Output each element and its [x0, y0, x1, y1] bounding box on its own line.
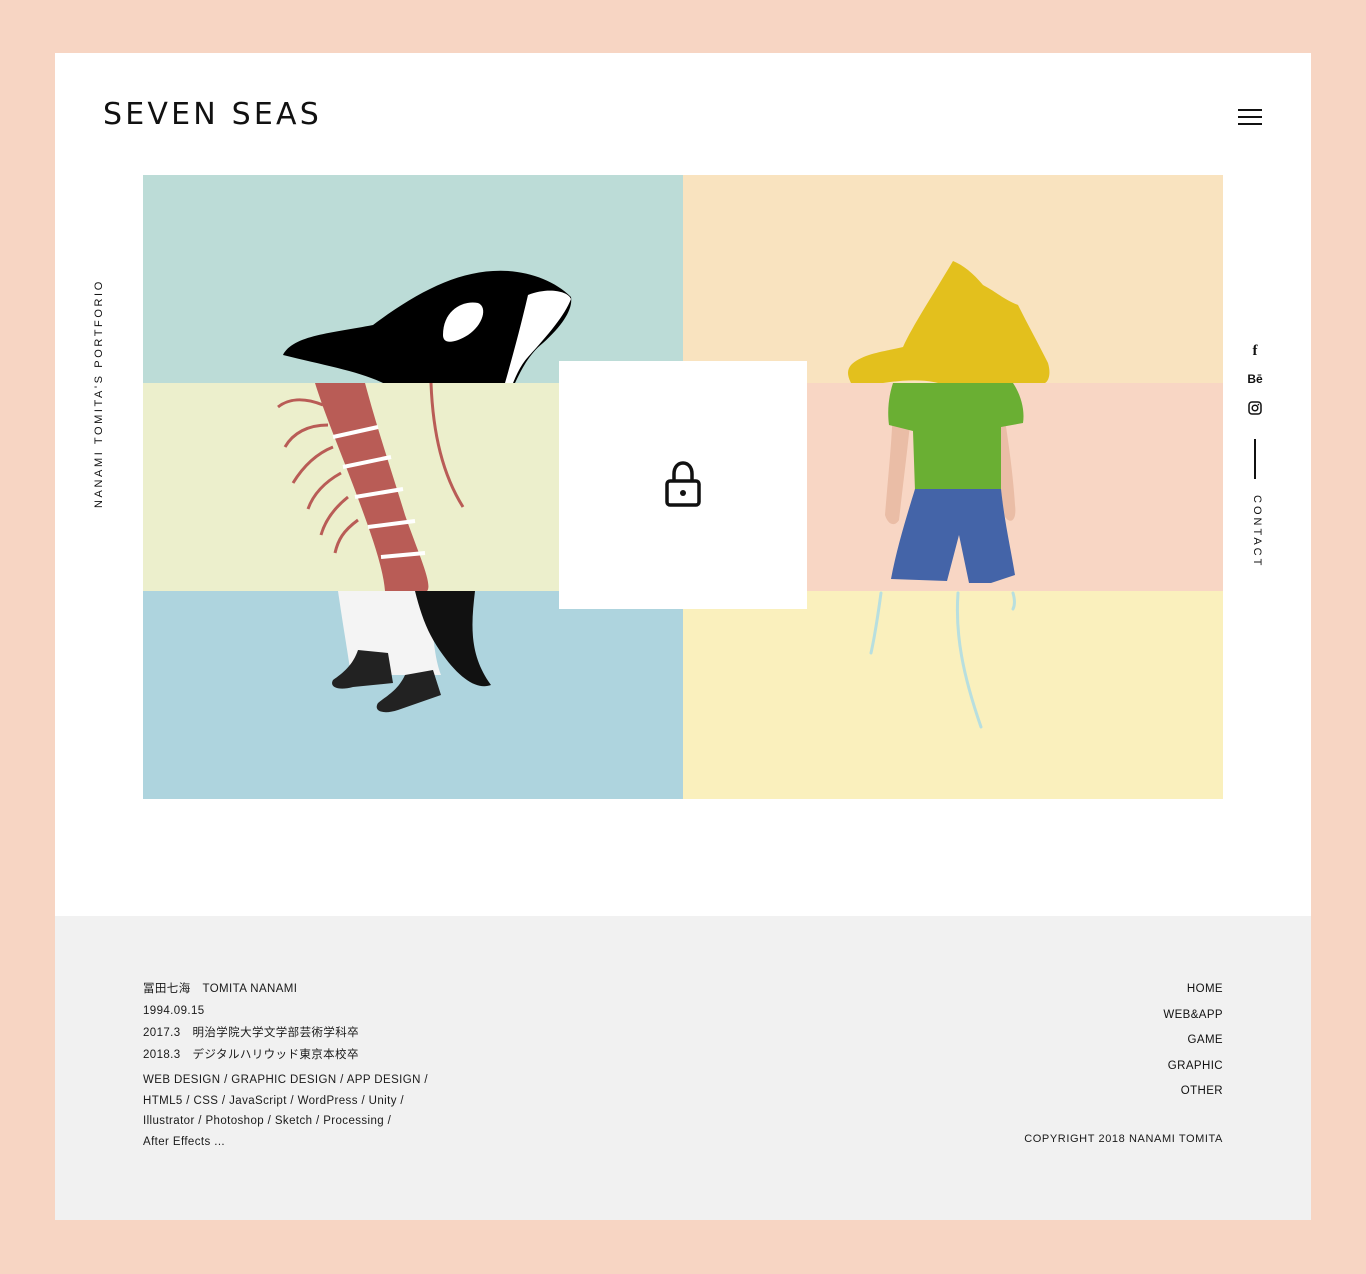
- nav-graphic[interactable]: GRAPHIC: [1024, 1055, 1223, 1081]
- skills-list: WEB DESIGN / GRAPHIC DESIGN / APP DESIGN…: [143, 1070, 428, 1152]
- profile-birthday: 1994.09.15: [143, 1005, 205, 1017]
- portfolio-vertical-label: NANAMI TOMITA'S PORTFORIO: [93, 279, 105, 508]
- profile-education: 2018.3 デジタルハリウッド東京本校卒: [143, 1049, 359, 1061]
- footer-nav-area: HOME WEB&APP GAME GRAPHIC OTHER COPYRIGH…: [1024, 978, 1223, 1145]
- instagram-icon[interactable]: [1240, 398, 1270, 418]
- menu-line: [1238, 116, 1262, 118]
- hero-illustration: [143, 175, 1223, 799]
- behance-icon[interactable]: Bē: [1240, 372, 1270, 386]
- facebook-icon[interactable]: f: [1240, 343, 1270, 360]
- page-frame: SEVEN SEAS NANAMI TOMITA'S PORTFORIO f B…: [55, 53, 1311, 1220]
- profile-info: 冨田七海 TOMITA NANAMI 1994.09.15 2017.3 明治学…: [143, 978, 428, 1152]
- social-links: f Bē: [1240, 343, 1270, 430]
- menu-line: [1238, 109, 1262, 111]
- nav-home[interactable]: HOME: [1024, 978, 1223, 1004]
- skills-line: After Effects ...: [143, 1135, 226, 1148]
- lock-icon: [665, 461, 701, 507]
- nav-other[interactable]: OTHER: [1024, 1080, 1223, 1106]
- skills-line: HTML5 / CSS / JavaScript / WordPress / U…: [143, 1094, 405, 1107]
- site-logo[interactable]: SEVEN SEAS: [103, 97, 322, 132]
- skills-line: Illustrator / Photoshop / Sketch / Proce…: [143, 1115, 392, 1127]
- menu-line: [1238, 123, 1262, 125]
- locked-content-tile[interactable]: [559, 361, 807, 609]
- profile-education: 2017.3 明治学院大学文学部芸術学科卒: [143, 1027, 360, 1039]
- hamburger-menu-icon[interactable]: [1238, 109, 1264, 127]
- copyright: COPYRIGHT 2018 NANAMI TOMITA: [1024, 1132, 1223, 1145]
- site-footer: 冨田七海 TOMITA NANAMI 1994.09.15 2017.3 明治学…: [55, 916, 1311, 1220]
- profile-name: 冨田七海 TOMITA NANAMI: [143, 983, 298, 995]
- contact-link[interactable]: CONTACT: [1251, 495, 1263, 568]
- footer-nav: HOME WEB&APP GAME GRAPHIC OTHER: [1024, 978, 1223, 1106]
- nav-game[interactable]: GAME: [1024, 1029, 1223, 1055]
- skills-line: WEB DESIGN / GRAPHIC DESIGN / APP DESIGN…: [143, 1074, 428, 1086]
- contact-divider: [1254, 439, 1256, 479]
- panel-bottom-right: [683, 591, 1223, 799]
- nav-web-app[interactable]: WEB&APP: [1024, 1004, 1223, 1030]
